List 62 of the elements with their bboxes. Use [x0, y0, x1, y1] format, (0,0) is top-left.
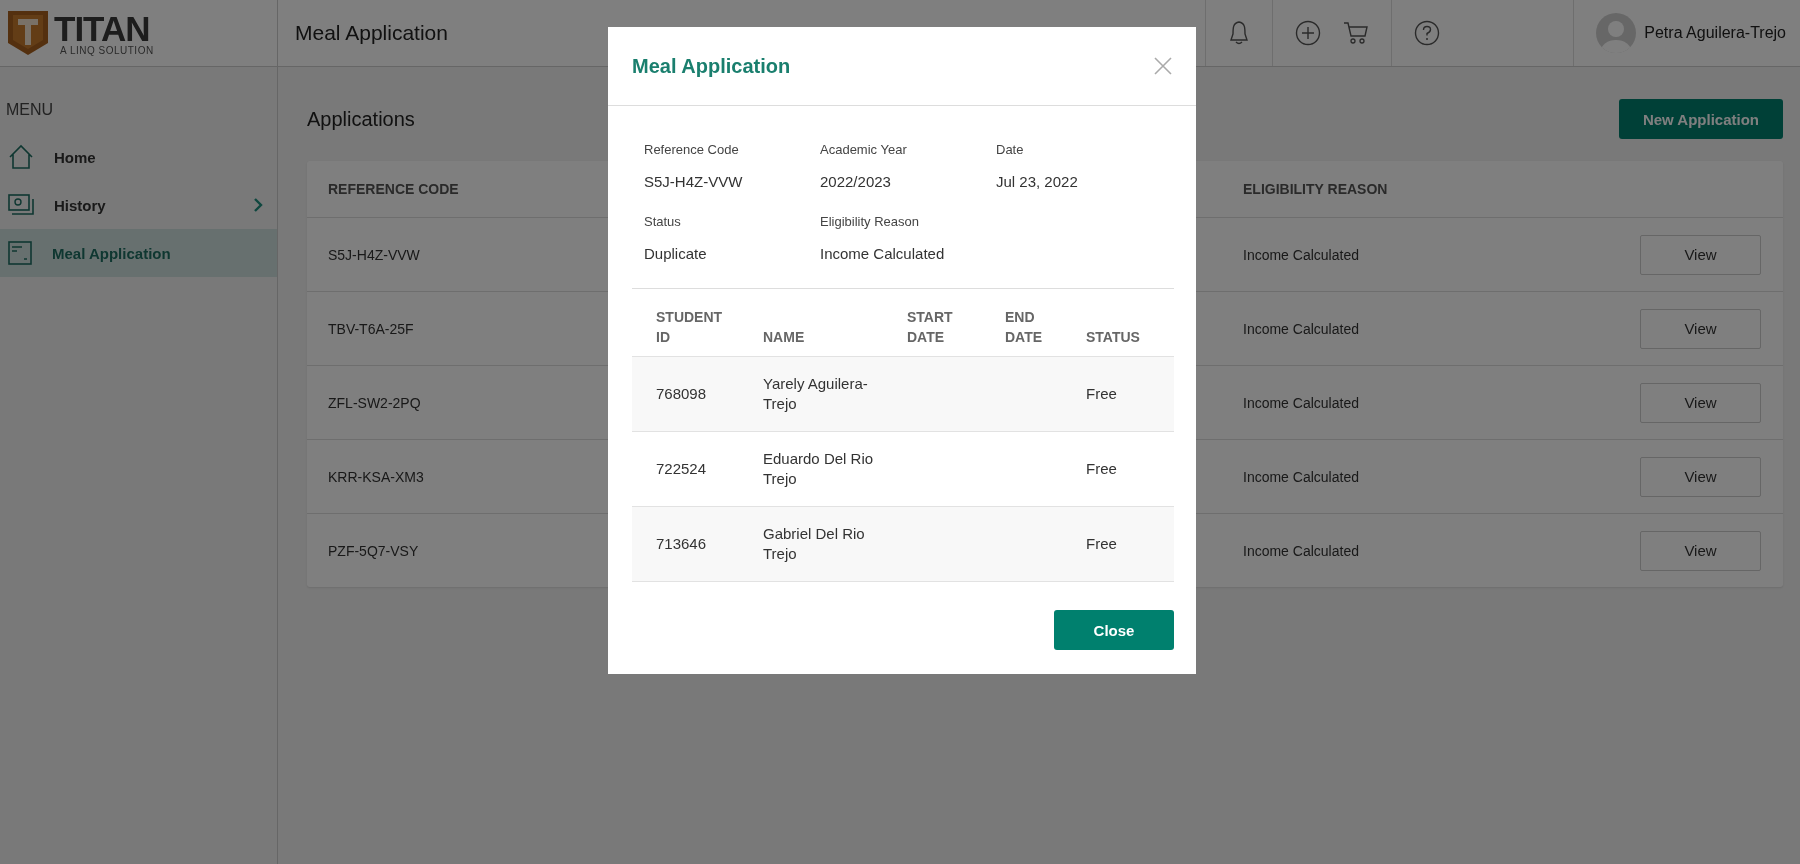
table-cell: 713646 [656, 535, 707, 552]
table-cell: S5J-H4Z-VVW [328, 246, 420, 263]
photo-icon [8, 194, 34, 216]
plus-circle-icon[interactable] [1295, 20, 1322, 46]
table-cell: Income Calculated [1243, 394, 1359, 411]
table-cell: Yarely Aguilera-Trejo [763, 375, 868, 412]
column-header: STUDENT ID [656, 308, 723, 347]
field-label: Reference Code [644, 142, 739, 157]
close-icon[interactable] [1154, 57, 1172, 75]
sidebar-item[interactable]: Meal Application [0, 229, 277, 277]
table-cell: Income Calculated [1243, 246, 1359, 263]
table-cell: Free [1086, 535, 1117, 552]
table-cell: 768098 [656, 385, 707, 402]
document-icon [8, 241, 32, 265]
column-header: ELIGIBILITY REASON [1243, 181, 1388, 197]
field-value: 2022/2023 [820, 173, 891, 190]
field-label: Date [996, 142, 1024, 157]
field-value: Duplicate [644, 245, 707, 262]
column-header: NAME [763, 328, 805, 347]
column-header: END DATE [1005, 308, 1043, 347]
section-title: Applications [307, 107, 415, 131]
shield-logo-icon [6, 9, 50, 57]
table-cell: ZFL-SW2-2PQ [328, 394, 421, 411]
field-value: Income Calculated [820, 245, 945, 262]
field-label: Status [644, 214, 681, 229]
house-icon [8, 144, 34, 170]
table-cell: Income Calculated [1243, 468, 1359, 485]
field-label: Eligibility Reason [820, 214, 919, 229]
user-name[interactable]: Petra Aguilera-Trejo [1644, 24, 1786, 42]
field-label: Academic Year [820, 142, 907, 157]
menu-heading: MENU [5, 100, 54, 120]
sidebar-item[interactable]: Home [0, 133, 277, 181]
table-cell: TBV-T6A-25F [328, 320, 414, 337]
table-cell: KRR-KSA-XM3 [328, 468, 424, 485]
page-title: Meal Application [295, 21, 449, 45]
view-button[interactable]: View [1640, 308, 1761, 349]
table-cell: Gabriel Del Rio Trejo [763, 525, 865, 562]
view-button[interactable]: View [1640, 456, 1761, 497]
logo-wordmark: TITAN [54, 10, 150, 46]
field-value: Jul 23, 2022 [996, 173, 1078, 190]
view-button[interactable]: View [1640, 530, 1761, 571]
table-cell: Free [1086, 460, 1117, 477]
view-button[interactable]: View [1640, 382, 1761, 423]
logo-tagline: A LINQ SOLUTION [60, 45, 154, 56]
table-cell: Eduardo Del Rio Trejo [763, 450, 874, 487]
column-header: START DATE [907, 308, 953, 347]
close-button[interactable]: Close [1054, 610, 1174, 650]
bell-icon[interactable] [1228, 20, 1251, 46]
field-value: S5J-H4Z-VVW [644, 173, 743, 190]
cart-icon[interactable] [1343, 20, 1370, 46]
new-application-button[interactable]: New Application [1618, 99, 1783, 139]
column-header: STATUS [1086, 328, 1140, 347]
dialog-title: Meal Application [632, 54, 791, 78]
column-header: REFERENCE CODE [328, 181, 459, 197]
view-button[interactable]: View [1640, 234, 1761, 275]
help-icon[interactable] [1414, 20, 1441, 46]
table-cell: PZF-5Q7-VSY [328, 542, 419, 559]
table-cell: Income Calculated [1243, 542, 1359, 559]
table-cell: 722524 [656, 460, 707, 477]
table-cell: Income Calculated [1243, 320, 1359, 337]
sidebar-item[interactable]: History [0, 181, 277, 229]
table-cell: Free [1086, 385, 1117, 402]
